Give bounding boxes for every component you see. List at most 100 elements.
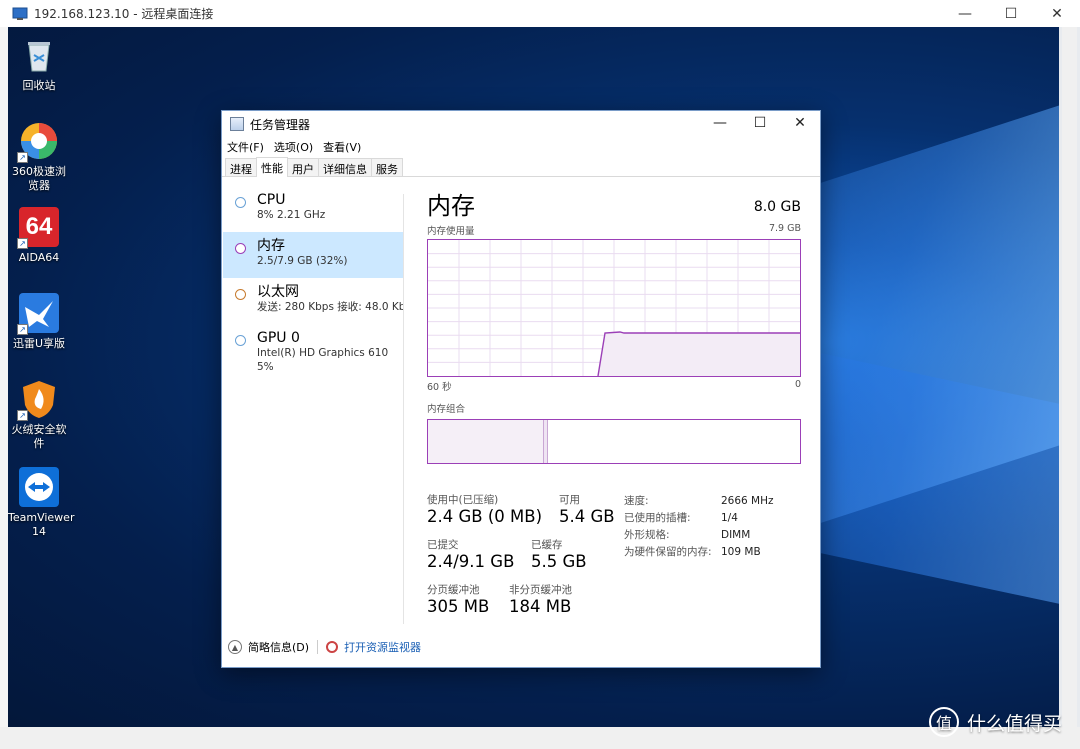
nonpaged-pool-label: 非分页缓冲池	[509, 584, 572, 596]
composition-modified	[544, 420, 548, 463]
spec-speed-label: 速度:	[624, 495, 649, 507]
desktop-icon-huorong[interactable]: ↗ 火绒安全软件	[8, 379, 70, 451]
memory-composition-bar	[427, 419, 801, 464]
open-resource-monitor-link[interactable]: 打开资源监视器	[344, 639, 421, 655]
close-button[interactable]: ✕	[780, 111, 820, 135]
watermark-logo-icon: 值	[928, 707, 959, 737]
composition-in-use	[428, 420, 544, 463]
memory-indicator-icon	[235, 243, 246, 254]
sidebar-item-cpu[interactable]: CPU 8% 2.21 GHz	[223, 186, 403, 232]
sidebar-item-name: 以太网	[257, 284, 299, 300]
sidebar-item-ethernet[interactable]: 以太网 发送: 280 Kbps 接收: 48.0 Kb	[223, 278, 403, 324]
cached-value: 5.5 GB	[531, 552, 587, 571]
sidebar-item-detail: 8% 2.21 GHz	[257, 209, 326, 221]
sidebar-item-detail: 2.5/7.9 GB (32%)	[257, 255, 348, 267]
desktop-icon-teamviewer[interactable]: TeamViewer 14	[8, 467, 74, 539]
remote-desktop-icon	[12, 6, 28, 22]
paged-pool-label: 分页缓冲池	[427, 584, 480, 596]
tab-users[interactable]: 用户	[287, 158, 319, 176]
available-value: 5.4 GB	[559, 507, 615, 526]
task-manager-titlebar[interactable]: 任务管理器 — ☐ ✕	[222, 111, 820, 137]
menu-bar: 文件(F) 选项(O) 查看(V)	[222, 137, 820, 157]
tab-processes[interactable]: 进程	[225, 158, 257, 176]
cached-label: 已缓存	[531, 539, 563, 551]
spec-slots-value: 1/4	[721, 512, 738, 524]
menu-view[interactable]: 查看(V)	[323, 139, 361, 155]
available-label: 可用	[559, 494, 580, 506]
sidebar-item-name: GPU 0	[257, 330, 300, 346]
task-manager-title: 任务管理器	[250, 117, 311, 132]
task-manager-footer: ▲ 简略信息(D) 打开资源监视器	[228, 639, 421, 655]
usage-graph-max: 7.9 GB	[768, 223, 801, 234]
committed-label: 已提交	[427, 539, 459, 551]
desktop-icon-aida64[interactable]: 64 ↗ AIDA64	[8, 207, 70, 265]
fewer-details-button[interactable]: 简略信息(D)	[248, 639, 309, 655]
in-use-label: 使用中(已压缩)	[427, 494, 499, 506]
panel-title: 内存	[427, 192, 475, 220]
desktop-icon-recycle-bin[interactable]: 回收站	[8, 35, 70, 93]
menu-options[interactable]: 选项(O)	[274, 139, 313, 155]
memory-panel: 内存 8.0 GB 内存使用量 7.9 GB 60 秒 0 内存组合 使用中(已…	[427, 191, 801, 616]
tab-performance[interactable]: 性能	[256, 157, 288, 177]
desktop-icon-label: 迅雷U享版	[12, 337, 66, 350]
shortcut-arrow-icon: ↗	[17, 324, 28, 335]
spec-slots-label: 已使用的插槽:	[624, 512, 691, 524]
chevron-up-icon[interactable]: ▲	[228, 640, 242, 654]
shortcut-arrow-icon: ↗	[17, 410, 28, 421]
shortcut-arrow-icon: ↗	[17, 238, 28, 249]
menu-file[interactable]: 文件(F)	[227, 139, 264, 155]
sidebar-divider	[403, 194, 404, 624]
aida64-icon: 64 ↗	[17, 207, 59, 249]
usage-graph-label: 内存使用量	[427, 226, 475, 237]
ethernet-indicator-icon	[235, 289, 246, 300]
in-use-value: 2.4 GB (0 MB)	[427, 507, 543, 526]
desktop-icon-360-browser[interactable]: ↗ 360极速浏览器	[8, 121, 70, 193]
paged-pool-value: 305 MB	[427, 597, 490, 616]
desktop-icon-xunlei[interactable]: ↗ 迅雷U享版	[8, 293, 70, 351]
recycle-bin-icon	[19, 35, 59, 75]
desktop-icon-label: 回收站	[22, 79, 56, 92]
watermark-text: 什么值得买	[966, 712, 1062, 735]
spec-reserved-label: 为硬件保留的内存:	[624, 546, 712, 558]
sidebar-item-name: CPU	[257, 192, 286, 208]
desktop-icon-label: AIDA64	[18, 251, 60, 264]
rdp-minimize-button[interactable]: —	[942, 0, 988, 27]
axis-left-label: 60 秒	[427, 382, 452, 393]
desktop-icon-label: TeamViewer 14	[8, 511, 75, 538]
desktop-icon-label: 360极速浏览器	[12, 165, 66, 192]
nonpaged-pool-value: 184 MB	[509, 597, 572, 616]
tab-bar: 进程 性能 用户 详细信息 服务	[222, 157, 820, 177]
minimize-button[interactable]: —	[700, 111, 740, 135]
window-border-bottom	[0, 727, 1080, 749]
teamviewer-icon	[19, 467, 59, 507]
spec-reserved-value: 109 MB	[721, 546, 761, 558]
tab-services[interactable]: 服务	[371, 158, 403, 176]
tab-details[interactable]: 详细信息	[318, 158, 372, 176]
committed-value: 2.4/9.1 GB	[427, 552, 515, 571]
maximize-button[interactable]: ☐	[740, 111, 780, 135]
sidebar-item-detail: 发送: 280 Kbps 接收: 48.0 Kb	[257, 301, 403, 313]
spec-speed-value: 2666 MHz	[721, 495, 774, 507]
task-manager-window: 任务管理器 — ☐ ✕ 文件(F) 选项(O) 查看(V) 进程 性能 用户 详…	[221, 110, 821, 668]
sidebar-item-memory[interactable]: 内存 2.5/7.9 GB (32%)	[223, 232, 403, 278]
window-border-right	[1059, 27, 1080, 727]
rdp-maximize-button[interactable]: ☐	[988, 0, 1034, 27]
desktop-icon-label: 火绒安全软件	[11, 423, 67, 450]
cpu-indicator-icon	[235, 197, 246, 208]
sidebar-item-gpu[interactable]: GPU 0 Intel(R) HD Graphics 610 5%	[223, 324, 403, 384]
rdp-titlebar: 192.168.123.10 - 远程桌面连接 — ☐ ✕	[0, 0, 1080, 27]
resource-monitor-icon	[326, 641, 339, 653]
scrollbar-track[interactable]	[1062, 27, 1077, 727]
rdp-title: 192.168.123.10 - 远程桌面连接	[34, 7, 214, 21]
sidebar-item-detail: 5%	[257, 361, 274, 373]
footer-divider	[317, 640, 319, 654]
sidebar-item-detail: Intel(R) HD Graphics 610	[257, 347, 389, 359]
window-border-left	[0, 27, 8, 727]
spec-form-factor-label: 外形规格:	[624, 529, 670, 541]
shortcut-arrow-icon: ↗	[17, 152, 28, 163]
total-memory: 8.0 GB	[753, 199, 801, 215]
task-manager-icon	[230, 117, 244, 131]
composition-label: 内存组合	[427, 404, 466, 415]
gpu-indicator-icon	[235, 335, 246, 346]
rdp-close-button[interactable]: ✕	[1034, 0, 1080, 27]
